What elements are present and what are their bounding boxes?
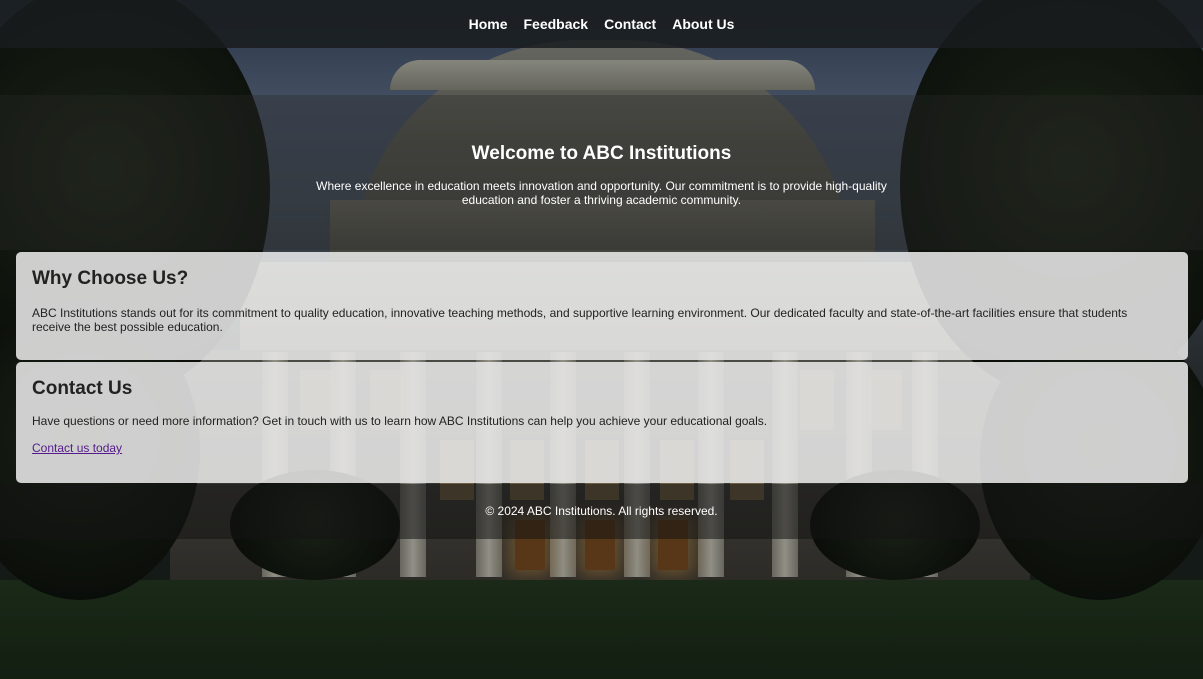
nav-link-home[interactable]: Home <box>469 16 508 32</box>
hero-text: Where excellence in education meets inno… <box>316 179 887 207</box>
hero-title: Welcome to ABC Institutions <box>471 143 732 164</box>
contact-us-section: Contact Us Have questions or need more i… <box>16 362 1188 483</box>
contact-us-text: Have questions or need more information?… <box>32 414 768 428</box>
nav-link-about-us[interactable]: About Us <box>672 16 734 32</box>
page-footer: © 2024 ABC Institutions. All rights rese… <box>0 484 1203 539</box>
contact-us-link[interactable]: Contact us today <box>32 441 122 455</box>
contact-us-heading: Contact Us <box>32 378 133 399</box>
nav-link-contact[interactable]: Contact <box>604 16 656 32</box>
nav-link-feedback[interactable]: Feedback <box>523 16 588 32</box>
top-navbar: Home Feedback Contact About Us <box>0 0 1203 48</box>
why-choose-us-heading: Why Choose Us? <box>32 268 189 289</box>
hero-banner: Welcome to ABC Institutions Where excell… <box>0 95 1203 250</box>
why-choose-us-text: ABC Institutions stands out for its comm… <box>32 306 1128 334</box>
why-choose-us-section: Why Choose Us? ABC Institutions stands o… <box>16 252 1188 360</box>
copyright-text: © 2024 ABC Institutions. All rights rese… <box>485 504 718 518</box>
